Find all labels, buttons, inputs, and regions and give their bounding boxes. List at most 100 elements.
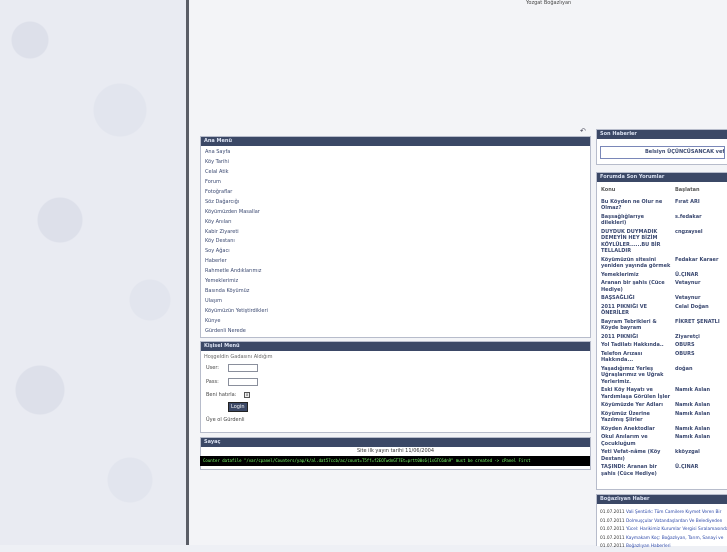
forum-topic-link[interactable]: Bu Köyden ne Olur ne Olmaz? [597, 199, 671, 212]
news-row: 01.07.2011 Kaymakam Koç: Boğazlıyan, Tar… [597, 535, 727, 544]
news-row: 01.07.2011 Vali Şentürk: Tüm Camilere Kı… [597, 509, 727, 518]
news-link[interactable]: Kaymakam Koç: Boğazlıyan, Tarım, Sanayi … [626, 536, 723, 541]
back-arrow-icon[interactable]: ↶ [580, 127, 586, 135]
pass-label: Pass: [206, 379, 219, 385]
forum-author: OBURS [675, 350, 695, 357]
forum-topic-link[interactable]: Yaşadığımız Yerleş Uğraşlarımız ve Uğrak… [597, 366, 671, 386]
forum-topic-link[interactable]: Köyümüzde Yer Adları [597, 402, 671, 409]
forum-row: Bayram Tebrikleri & Köyde bayram FİKRET Ş… [597, 318, 727, 333]
forum-author: Fedakar Karaer [675, 256, 719, 263]
pass-input[interactable] [228, 378, 258, 386]
main-menu-item[interactable]: Soy Ağacı [201, 247, 590, 257]
forum-topic-link[interactable]: Yemeklerimiz [597, 272, 671, 279]
forum-list: Bu Köyden ne Olur ne Olmaz? Fırat ARI Başs… [597, 198, 727, 479]
forum-latest-title: Forumda Son Yorumlar [597, 173, 727, 182]
forum-topic-link[interactable]: TAŞINDI: Aranan bir şahis (Cüce Hediye) [597, 464, 671, 477]
main-menu-item[interactable]: Celal Atik [201, 168, 590, 178]
main-menu-item[interactable]: Ana Sayfa [201, 148, 590, 158]
forum-topic-link[interactable]: Köyümüzün sitesini yeniden yayında görme… [597, 257, 671, 270]
forum-row: BAŞSAĞLIĞI Vetaynur [597, 294, 727, 303]
main-menu-list: Ana Sayfa Köy Tarihi Celal Atik Forum Fotoğr… [201, 146, 590, 337]
forum-topic-link[interactable]: Yeti Vefat-nâme (Köy Destanı) [597, 449, 671, 462]
news-link[interactable]: Dolmuşçular Vatandaşlardan Ve Belediyede… [626, 519, 722, 524]
user-menu-title: Kişisel Menü [201, 342, 590, 351]
main-menu: Ana Menü Ana Sayfa Köy Tarihi Celal Atik Fo… [200, 136, 591, 338]
forum-topic-link[interactable]: Başsağlığlarıye dilekleri) [597, 214, 671, 227]
main-menu-item[interactable]: Köyümüzden Masallar [201, 208, 590, 218]
forum-topic-link[interactable]: DUYDUK DUYMADIK DEMEYİN HEY BİZİM KÖYLÜL… [597, 229, 671, 255]
main-menu-item[interactable]: Söz Dağarcığı [201, 198, 590, 208]
news-link[interactable]: Yücel: Harikimiz Kurumlar Vergisi Sırala… [626, 527, 727, 532]
news-date: 01.07.2011 [600, 518, 625, 524]
main-menu-item[interactable]: Basında Köyümüz [201, 287, 590, 297]
news-date: 01.07.2011 [600, 544, 625, 550]
main-menu-item[interactable]: Yemeklerimiz [201, 277, 590, 287]
forum-row: TAŞINDI: Aranan bir şahis (Cüce Hediye) Ü… [597, 463, 727, 478]
forum-row: Başsağlığlarıye dilekleri) s.fedakar [597, 213, 727, 228]
latest-news-title: Son Haberler [597, 130, 727, 139]
forum-row: Köyümüzün sitesini yeniden yayında görme… [597, 256, 727, 271]
forum-author: Namık Aslan [675, 425, 711, 432]
register-link[interactable]: Üye ol Gürdenli [206, 417, 245, 423]
forum-author: Vetaynur [675, 280, 701, 286]
counter-title: Sayaç [201, 438, 590, 447]
forum-author: s.fedakar [675, 213, 702, 220]
forum-row: Yaşadığımız Yerleş Uğraşlarımız ve Uğrak… [597, 365, 727, 387]
user-input[interactable] [228, 364, 258, 372]
forum-author: Ziyaretçi [675, 333, 700, 340]
forum-row: Yeti Vefat-nâme (Köy Destanı) kköyzgal [597, 448, 727, 463]
main-menu-item[interactable]: Köyümüzün Yetiştirdikleri [201, 307, 590, 317]
forum-author: OBURS [675, 342, 695, 348]
forum-topic-link[interactable]: Aranan bir şahis (Cüce Hediye) [597, 280, 671, 293]
forum-author: cngzaysel [675, 228, 703, 235]
latest-news-box: Son Haberler Belsiyn ÜÇÜNCÜSANCAK vefat [596, 129, 727, 165]
counter-since: Site ilk yayın tarihi 11/06/2004 [356, 448, 435, 454]
main-menu-item[interactable]: Gürdenli Nerede [201, 327, 590, 337]
main-menu-item[interactable]: Fotoğraflar [201, 188, 590, 198]
main-menu-item[interactable]: Kabir Ziyareti [201, 228, 590, 238]
forum-row: Yemeklerimiz Ü.ÇINAR [597, 271, 727, 280]
forum-topic-link[interactable]: 2011 PIKNIĞI [597, 334, 671, 341]
forum-topic-link[interactable]: BAŞSAĞLIĞI [597, 295, 671, 302]
main-menu-item[interactable]: Haberler [201, 257, 590, 267]
main-menu-item[interactable]: Köy Destanı [201, 237, 590, 247]
main-menu-item[interactable]: Rahmetle Andıklarımız [201, 267, 590, 277]
main-menu-item[interactable]: Forum [201, 178, 590, 188]
remember-checkbox[interactable]: x [244, 392, 250, 398]
main-menu-item[interactable]: Köy Anıları [201, 218, 590, 228]
counter-error: Counter datafile "/var/cpanel/Counters/y… [200, 456, 590, 466]
forum-author: Namık Aslan [675, 387, 711, 393]
forum-topic-link[interactable]: Yol Tadilatı Hakkında.. [597, 342, 671, 349]
forum-row: Köyümüz Üzerine Yazılmış Şiirler Namık As… [597, 410, 727, 425]
forum-author: FİKRET ŞENATLI [675, 318, 720, 325]
forum-topic-link[interactable]: Telefon Arızası Hakkında... [597, 351, 671, 364]
news-date: 01.07.2011 [600, 510, 625, 515]
news-date: 01.07.2011 [600, 527, 625, 533]
forum-topic-link[interactable]: Eski Köy Hayatı ve Yardımlaşa Görülen İş… [597, 387, 671, 400]
news-link[interactable]: Boğazlıyan Haberleri [626, 544, 671, 549]
welcome-text: Hoşgeldin Gadasını Aldığım [204, 354, 273, 360]
main-menu-item[interactable]: Künye [201, 317, 590, 327]
login-button[interactable]: Login [228, 402, 248, 412]
forum-row: Köyümüzde Yer Adları Namık Aslan [597, 401, 727, 410]
forum-topic-link[interactable]: Okul Anılarım ve Çocukluğum [597, 434, 671, 447]
forum-row: 2011 PIKNIĞI Ziyaretçi [597, 333, 727, 342]
main-menu-item[interactable]: Köy Tarihi [201, 158, 590, 168]
forum-author: Fırat ARI [675, 198, 700, 205]
main-menu-item[interactable]: Ulaşım [201, 297, 590, 307]
forum-topic-link[interactable]: Bayram Tebrikleri & Köyde bayram [597, 319, 671, 332]
user-label: User: [206, 365, 219, 371]
left-decorative-panel [0, 0, 186, 545]
forum-row: DUYDUK DUYMADIK DEMEYİN HEY BİZİM KÖYLÜL… [597, 228, 727, 256]
news-link[interactable]: Vali Şentürk: Tüm Camilere Kıymet Veren … [626, 510, 721, 515]
forum-header-row: Konu Başlatan [597, 182, 727, 198]
forum-row: Eski Köy Hayatı ve Yardımlaşa Görülen İş… [597, 386, 727, 401]
forum-topic-link[interactable]: 2011 PIKNIĞI VE ÖNERİLER [597, 304, 671, 317]
forum-topic-link[interactable]: Köyden Anektodlar [597, 426, 671, 433]
bogazliyan-news-title: Boğazlıyan Haber [597, 495, 727, 504]
forum-topic-link[interactable]: Köyümüz Üzerine Yazılmış Şiirler [597, 411, 671, 424]
forum-author: kköyzgal [675, 449, 700, 455]
forum-author: Namık Aslan [675, 434, 711, 440]
forum-author: Ü.ÇINAR [675, 464, 699, 470]
bogazliyan-news-box: Boğazlıyan Haber 01.07.2011 Vali Şentürk… [596, 494, 727, 550]
